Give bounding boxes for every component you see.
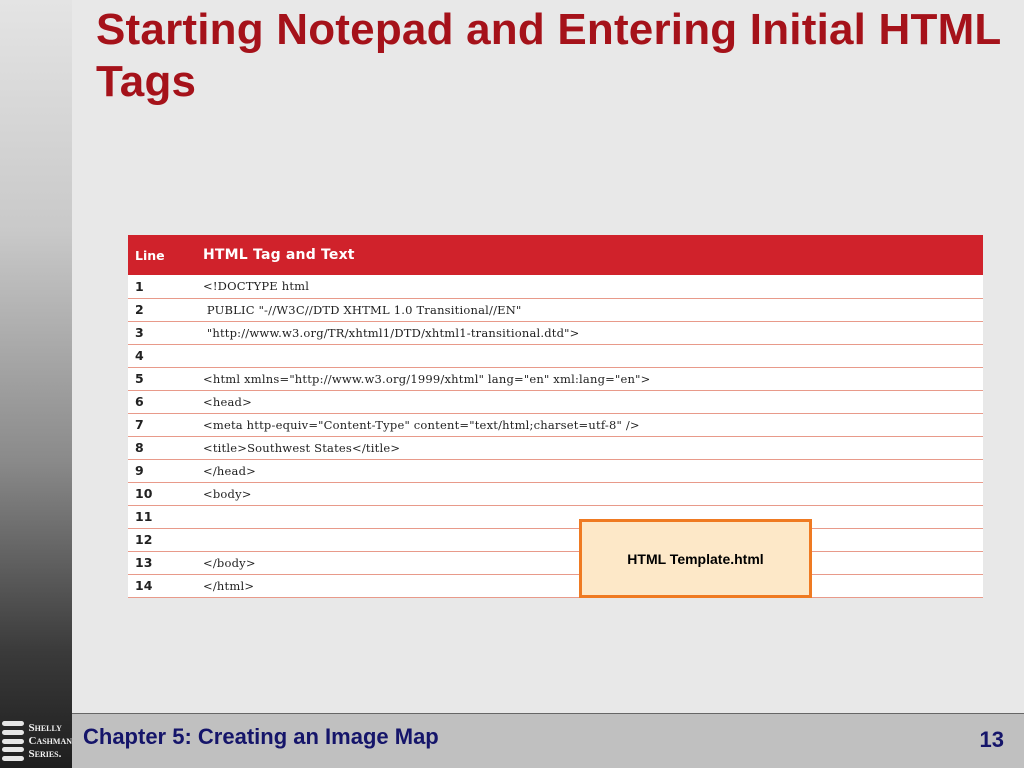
table-row: 4 [128,344,983,368]
table-row: 3 "http://www.w3.org/TR/xhtml1/DTD/xhtml… [128,321,983,345]
table-row: 1 <!DOCTYPE html [128,275,983,299]
line-number: 11 [128,505,203,529]
column-header-line: Line [128,235,203,275]
page-number: 13 [979,727,1004,752]
line-number: 6 [128,390,203,414]
table-row: 14 </html> [128,574,983,598]
line-number: 2 [128,298,203,322]
html-tags-table: Line HTML Tag and Text 1 <!DOCTYPE html 2 … [128,235,983,598]
line-number: 14 [128,574,203,598]
table-header-row: Line HTML Tag and Text [128,235,983,275]
line-number: 8 [128,436,203,460]
html-code: <meta http-equiv="Content-Type" content=… [203,413,983,437]
column-header-tag-text: HTML Tag and Text [203,235,983,275]
html-code: <body> [203,482,983,506]
logo-text: Shelly Cashman Series. [29,722,73,761]
filename-callout: HTML Template.html [579,519,812,598]
table-row: 12 [128,528,983,552]
table-row: 7 <meta http-equiv="Content-Type" content… [128,413,983,437]
table-row: 11 [128,505,983,529]
footer-bar: Chapter 5: Creating an Image Map 13 [72,713,1024,768]
line-number: 4 [128,344,203,368]
left-decorative-bar [0,0,72,768]
books-icon [2,721,24,761]
html-code: <head> [203,390,983,414]
html-code: <title>Southwest States</title> [203,436,983,460]
html-code: "http://www.w3.org/TR/xhtml1/DTD/xhtml1-… [203,321,983,345]
line-number: 3 [128,321,203,345]
chapter-title: Chapter 5: Creating an Image Map [83,724,439,749]
table-row: 5 <html xmlns="http://www.w3.org/1999/xht… [128,367,983,391]
line-number: 10 [128,482,203,506]
table-row: 9 </head> [128,459,983,483]
html-code: </head> [203,459,983,483]
table-row: 13 </body> [128,551,983,575]
html-code [203,344,983,368]
table-row: 2 PUBLIC "-//W3C//DTD XHTML 1.0 Transiti… [128,298,983,322]
slide-title: Starting Notepad and Entering Initial HT… [96,5,1001,106]
html-code: <html xmlns="http://www.w3.org/1999/xhtm… [203,367,983,391]
html-code: PUBLIC "-//W3C//DTD XHTML 1.0 Transition… [203,298,983,322]
table-row: 6 <head> [128,390,983,414]
line-number: 9 [128,459,203,483]
table-row: 8 <title>Southwest States</title> [128,436,983,460]
logo-line: Series. [28,747,62,760]
line-number: 5 [128,367,203,391]
publisher-logo: Shelly Cashman Series. [0,714,72,768]
logo-line: Shelly [28,721,62,734]
line-number: 1 [128,275,203,299]
html-code: <!DOCTYPE html [203,275,983,299]
line-number: 13 [128,551,203,575]
line-number: 12 [128,528,203,552]
logo-line: Cashman [28,734,73,747]
line-number: 7 [128,413,203,437]
table-row: 10 <body> [128,482,983,506]
